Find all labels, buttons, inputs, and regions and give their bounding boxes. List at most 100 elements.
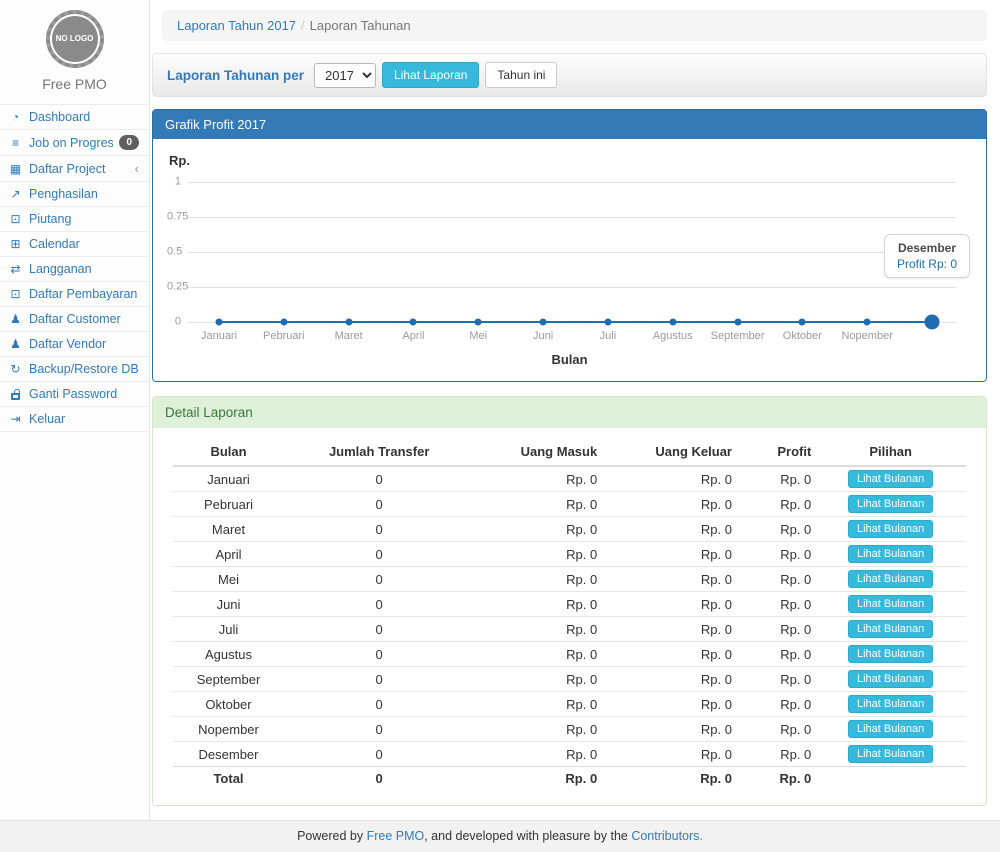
cell-uang-keluar: Rp. 0: [601, 492, 736, 517]
cell-jumlah-transfer: 0: [284, 492, 474, 517]
chart-data-point-april[interactable]: [410, 319, 417, 326]
footer-link-free-pmo[interactable]: Free PMO: [367, 829, 425, 843]
cell-jumlah-transfer: 0: [284, 466, 474, 492]
table-row-juli: Juli0Rp. 0Rp. 0Rp. 0Lihat Bulanan: [173, 617, 966, 642]
cell-pilihan: Lihat Bulanan: [815, 617, 966, 642]
chart-data-point-agustus[interactable]: [669, 319, 676, 326]
chart-data-point-desember[interactable]: [925, 315, 940, 330]
cell-uang-masuk: Rp. 0: [474, 542, 601, 567]
page-footer: Powered by Free PMO, and developed with …: [0, 820, 1000, 852]
brand-name: Free PMO: [0, 76, 149, 100]
view-monthly-button-nopember[interactable]: Lihat Bulanan: [848, 720, 933, 738]
x-axis-tick-label: Nopember: [841, 330, 892, 342]
breadcrumb-link-year[interactable]: Laporan Tahun 2017: [177, 18, 296, 33]
chart-plot-area: 10.750.50.250 JanuariPebruariMaretAprilM…: [167, 182, 972, 322]
monthly-report-table: BulanJumlah TransferUang MasukUang Kelua…: [173, 438, 966, 791]
sidebar-item-daftar-pembayaran[interactable]: ⊡Daftar Pembayaran: [0, 282, 149, 307]
cell-jumlah-transfer: 0: [284, 667, 474, 692]
view-monthly-button-september[interactable]: Lihat Bulanan: [848, 670, 933, 688]
sidebar-item-label: Penghasilan: [29, 187, 141, 201]
sidebar-item-piutang[interactable]: ⊡Piutang: [0, 207, 149, 232]
cell-jumlah-transfer: 0: [284, 742, 474, 767]
breadcrumb-current: Laporan Tahunan: [310, 18, 411, 33]
chart-data-point-maret[interactable]: [345, 319, 352, 326]
sidebar-item-langganan[interactable]: ⇄Langganan: [0, 257, 149, 282]
cell-uang-masuk: Rp. 0: [474, 466, 601, 492]
column-header-uang-keluar: Uang Keluar: [601, 438, 736, 466]
sidebar-item-backup-restore-db[interactable]: ↻ Backup/Restore DB: [0, 357, 149, 382]
year-select[interactable]: 2017: [314, 63, 376, 88]
table-total-row: Total0Rp. 0Rp. 0Rp. 0: [173, 767, 966, 791]
dashboard-icon: ◔: [8, 110, 23, 124]
sidebar-item-label: Dashboard: [29, 110, 141, 124]
chart-data-point-juni[interactable]: [540, 319, 547, 326]
sidebar-item-job-on-progress[interactable]: ≡Job on Progress0: [0, 130, 149, 156]
cell-pilihan: Lihat Bulanan: [815, 567, 966, 592]
users-icon: ♟: [8, 337, 23, 351]
sidebar-item-daftar-customer[interactable]: ♟Daftar Customer: [0, 307, 149, 332]
x-axis-tick-label: Juli: [600, 330, 617, 342]
sidebar-item-daftar-vendor[interactable]: ♟Daftar Vendor: [0, 332, 149, 357]
cell-bulan: Januari: [173, 466, 284, 492]
logo-text: NO LOGO: [56, 34, 94, 44]
cell-profit: Rp. 0: [736, 717, 815, 742]
table-row-oktober: Oktober0Rp. 0Rp. 0Rp. 0Lihat Bulanan: [173, 692, 966, 717]
cell-pilihan: Lihat Bulanan: [815, 466, 966, 492]
chart-data-point-juli[interactable]: [604, 319, 611, 326]
sidebar-item-label: Langganan: [29, 262, 141, 276]
chart-data-point-januari[interactable]: [216, 319, 223, 326]
sidebar-item-dashboard[interactable]: ◔ Dashboard: [0, 105, 149, 130]
this-year-button[interactable]: Tahun ini: [485, 62, 557, 88]
view-monthly-button-oktober[interactable]: Lihat Bulanan: [848, 695, 933, 713]
logo-area: NO LOGO Free PMO: [0, 0, 149, 104]
view-report-button[interactable]: Lihat Laporan: [382, 62, 479, 88]
view-monthly-button-juli[interactable]: Lihat Bulanan: [848, 620, 933, 638]
total-uang-keluar: Rp. 0: [601, 767, 736, 791]
view-monthly-button-pebruari[interactable]: Lihat Bulanan: [848, 495, 933, 513]
chart-data-point-september[interactable]: [734, 319, 741, 326]
cell-jumlah-transfer: 0: [284, 642, 474, 667]
refresh-icon: ↻: [8, 362, 23, 376]
cell-uang-masuk: Rp. 0: [474, 492, 601, 517]
sidebar-item-calendar[interactable]: ⊞ Calendar: [0, 232, 149, 257]
table-row-nopember: Nopember0Rp. 0Rp. 0Rp. 0Lihat Bulanan: [173, 717, 966, 742]
view-monthly-button-april[interactable]: Lihat Bulanan: [848, 545, 933, 563]
sidebar-item-penghasilan[interactable]: ↗Penghasilan: [0, 182, 149, 207]
profit-line-chart: Rp. 10.750.50.250 JanuariPebruariMaretAp…: [167, 153, 972, 367]
view-monthly-button-desember[interactable]: Lihat Bulanan: [848, 745, 933, 763]
total-uang-masuk: Rp. 0: [474, 767, 601, 791]
chart-data-point-mei[interactable]: [475, 319, 482, 326]
table-row-september: September0Rp. 0Rp. 0Rp. 0Lihat Bulanan: [173, 667, 966, 692]
chart-data-point-oktober[interactable]: [799, 319, 806, 326]
y-axis-tick-label: 1: [167, 175, 205, 187]
table-row-april: April0Rp. 0Rp. 0Rp. 0Lihat Bulanan: [173, 542, 966, 567]
calendar-icon: ⊞: [8, 237, 23, 251]
cell-pilihan: Lihat Bulanan: [815, 642, 966, 667]
sidebar-item-ganti-password[interactable]: Ganti Password: [0, 382, 149, 407]
total-profit: Rp. 0: [736, 767, 815, 791]
view-monthly-button-maret[interactable]: Lihat Bulanan: [848, 520, 933, 538]
total-label: Total: [173, 767, 284, 791]
footer-link-contributors[interactable]: Contributors.: [631, 829, 703, 843]
view-monthly-button-mei[interactable]: Lihat Bulanan: [848, 570, 933, 588]
sidebar-item-label: Backup/Restore DB: [29, 362, 141, 376]
tasks-icon: ≡: [8, 136, 23, 150]
sidebar-item-daftar-project[interactable]: ▦Daftar Project‹: [0, 156, 149, 182]
view-monthly-button-januari[interactable]: Lihat Bulanan: [848, 470, 933, 488]
view-monthly-button-juni[interactable]: Lihat Bulanan: [848, 595, 933, 613]
cell-bulan: Pebruari: [173, 492, 284, 517]
sidebar-item-keluar[interactable]: ⇥Keluar: [0, 407, 149, 432]
cell-jumlah-transfer: 0: [284, 592, 474, 617]
cell-pilihan: Lihat Bulanan: [815, 692, 966, 717]
chart-series-track: JanuariPebruariMaretAprilMeiJuniJuliAgus…: [219, 182, 932, 322]
sidebar-item-label: Calendar: [29, 237, 141, 251]
cell-jumlah-transfer: 0: [284, 617, 474, 642]
money-icon: ⊡: [8, 287, 23, 301]
x-axis-tick-label: Juni: [533, 330, 553, 342]
view-monthly-button-agustus[interactable]: Lihat Bulanan: [848, 645, 933, 663]
detail-panel-body: BulanJumlah TransferUang MasukUang Kelua…: [153, 428, 986, 805]
chart-data-point-nopember[interactable]: [864, 319, 871, 326]
cell-uang-keluar: Rp. 0: [601, 542, 736, 567]
chart-data-point-pebruari[interactable]: [280, 319, 287, 326]
x-axis-tick-label: Oktober: [783, 330, 822, 342]
